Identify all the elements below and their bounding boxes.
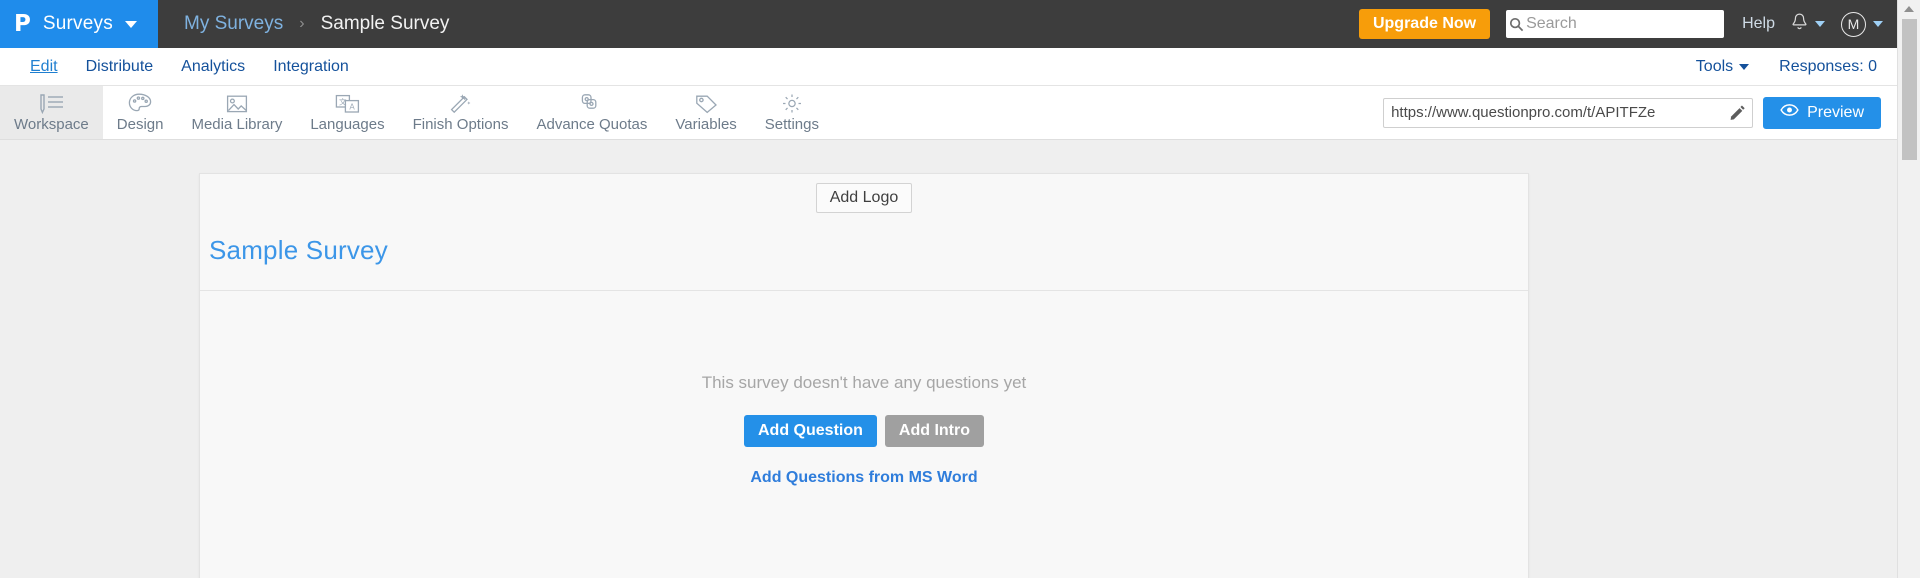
brand-label: Surveys [42,13,113,34]
toolbar-label: Settings [764,115,819,133]
add-questions-from-ms-word-link[interactable]: Add Questions from MS Word [750,469,977,487]
top-bar-actions: Upgrade Now Help [1358,0,1897,48]
toolbar-actions: Preview [1383,86,1897,139]
editor-canvas: Add Logo Sample Survey This survey doesn… [0,140,1897,578]
toolbar-item-languages[interactable]: 文 A Languages [296,86,398,139]
toolbar-label: Finish Options [412,115,509,133]
tag-icon [695,92,718,114]
search-box[interactable] [1506,10,1725,38]
magic-wand-icon [449,92,472,114]
editor-toolbar: Workspace Design Media Library 文 A Langu… [0,86,1897,140]
responses-count[interactable]: Responses: 0 [1779,58,1877,76]
toolbar-label: Advance Quotas [536,115,648,133]
toolbar-item-media-library[interactable]: Media Library [177,86,296,139]
survey-url-box[interactable] [1383,97,1754,128]
eye-icon [1780,103,1799,122]
scroll-up-arrow-icon[interactable] [1898,0,1920,17]
editor-toolbar-items: Workspace Design Media Library 文 A Langu… [0,86,833,139]
toolbar-label: Design [116,115,164,133]
tab-integration[interactable]: Integration [259,56,363,78]
empty-state-actions: Add Question Add Intro [744,415,984,447]
pencil-icon[interactable] [1722,104,1752,121]
avatar: M [1841,11,1866,37]
chevron-down-icon [1739,63,1750,70]
links-icon [580,92,603,114]
add-intro-button[interactable]: Add Intro [884,415,984,447]
toolbar-label: Languages [310,115,385,133]
toolbar-label: Variables [675,115,737,133]
survey-editor-page: P Surveys My Surveys › Sample Survey Upg… [0,0,1920,578]
preview-button[interactable]: Preview [1763,96,1881,129]
add-question-button[interactable]: Add Question [744,415,877,447]
bell-icon [1791,12,1808,36]
breadcrumb-current-survey: Sample Survey [320,13,450,34]
add-logo-row: Add Logo [200,183,1528,213]
empty-state-message: This survey doesn't have any questions y… [701,373,1027,392]
chevron-down-icon [124,20,137,28]
notifications-menu[interactable] [1791,12,1825,36]
toolbar-item-workspace[interactable]: Workspace [0,86,103,139]
chevron-down-icon [1873,21,1883,27]
page-scrollbar[interactable] [1897,0,1920,578]
breadcrumb-my-surveys-link[interactable]: My Surveys [184,13,283,35]
survey-url-input[interactable] [1384,98,1723,127]
tab-analytics[interactable]: Analytics [167,56,259,78]
tab-distribute[interactable]: Distribute [72,56,168,78]
tab-edit[interactable]: Edit [16,56,72,78]
toolbar-item-finish-options[interactable]: Finish Options [399,86,523,139]
gear-icon [781,92,803,114]
search-icon [1506,17,1526,32]
survey-title[interactable]: Sample Survey [200,213,1528,266]
survey-card-header: Add Logo Sample Survey [200,174,1528,291]
survey-card: Add Logo Sample Survey This survey doesn… [199,173,1529,578]
brand-surveys-menu[interactable]: P Surveys [0,0,158,48]
chevron-down-icon [1815,21,1825,27]
section-tab-bar: Edit Distribute Analytics Integration To… [0,48,1897,86]
image-icon [226,92,248,114]
questionpro-logo-icon: P [14,10,31,37]
svg-text:文: 文 [339,96,347,106]
section-tab-bar-actions: Tools Responses: 0 [1696,58,1897,76]
translate-icon: 文 A [335,92,360,114]
top-navigation-bar: P Surveys My Surveys › Sample Survey Upg… [0,0,1897,48]
workspace-list-icon [38,92,64,114]
breadcrumb: My Surveys › Sample Survey [158,0,449,48]
section-tabs: Edit Distribute Analytics Integration [0,56,363,78]
search-input[interactable] [1526,11,1725,37]
preview-label: Preview [1807,103,1864,121]
breadcrumb-separator-icon: › [299,15,305,32]
toolbar-label: Workspace [14,115,89,133]
toolbar-item-advance-quotas[interactable]: Advance Quotas [522,86,661,139]
empty-questions-state: This survey doesn't have any questions y… [200,291,1528,487]
add-logo-button[interactable]: Add Logo [815,183,913,213]
user-account-menu[interactable]: M [1841,11,1883,37]
tools-menu[interactable]: Tools [1695,57,1750,76]
toolbar-item-settings[interactable]: Settings [751,86,833,139]
toolbar-item-design[interactable]: Design [103,86,178,139]
toolbar-item-variables[interactable]: Variables [661,86,750,139]
upgrade-now-button[interactable]: Upgrade Now [1358,9,1491,39]
tools-label: Tools [1695,57,1734,75]
palette-icon [128,92,152,114]
help-link[interactable]: Help [1742,15,1775,33]
scrollbar-thumb[interactable] [1902,19,1917,160]
toolbar-label: Media Library [191,115,283,133]
svg-text:A: A [349,102,355,111]
